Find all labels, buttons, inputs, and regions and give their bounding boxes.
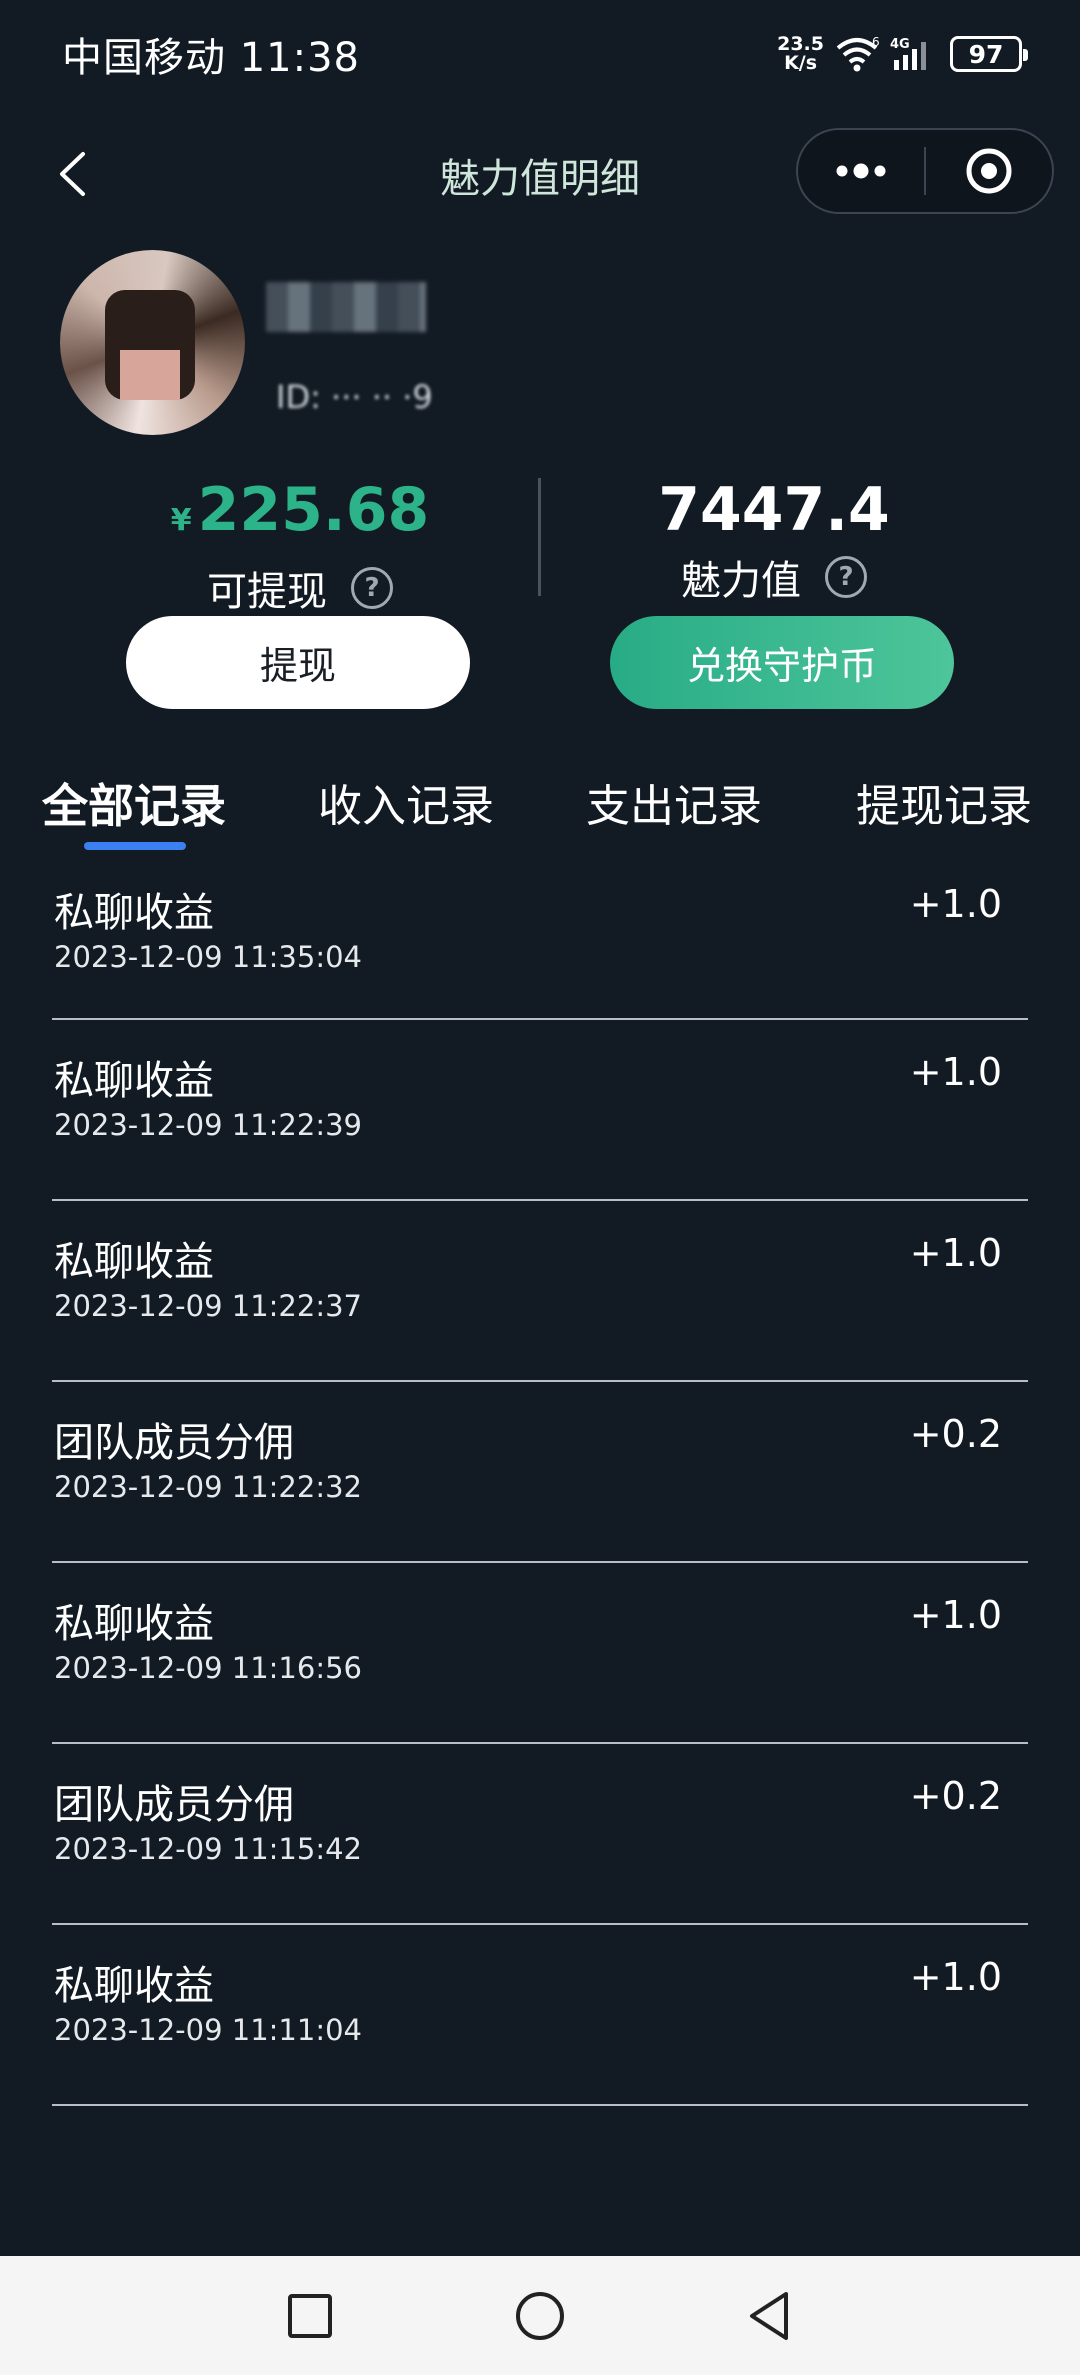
record-amount: +1.0 xyxy=(909,1955,1002,1999)
record-time: 2023-12-09 11:22:37 xyxy=(54,1289,362,1323)
list-item[interactable]: 私聊收益 2023-12-09 11:22:39 +1.0 xyxy=(52,1020,1028,1201)
list-item[interactable]: 团队成员分佣 2023-12-09 11:22:32 +0.2 xyxy=(52,1382,1028,1563)
circle-icon xyxy=(516,2292,564,2340)
tab-income-records[interactable]: 收入记录 xyxy=(318,770,494,834)
charm-label-row: 魅力值 ? xyxy=(574,548,974,606)
record-amount: +0.2 xyxy=(909,1774,1002,1818)
record-time: 2023-12-09 11:35:04 xyxy=(54,940,362,974)
withdrawable-stat: ¥225.68 可提现 ? xyxy=(100,470,500,617)
record-time: 2023-12-09 11:11:04 xyxy=(54,2013,362,2047)
record-list: 私聊收益 2023-12-09 11:35:04 +1.0 私聊收益 2023-… xyxy=(0,872,1080,2106)
withdrawable-amount: ¥225.68 xyxy=(100,470,500,561)
record-title: 私聊收益 xyxy=(54,890,214,936)
list-item[interactable]: 私聊收益 2023-12-09 11:35:04 +1.0 xyxy=(52,872,1028,1020)
charm-stat: 7447.4 魅力值 ? xyxy=(574,470,974,606)
wifi-icon: 6 xyxy=(834,36,880,72)
tab-expense-records[interactable]: 支出记录 xyxy=(586,770,762,834)
more-dots-icon xyxy=(836,163,886,179)
avatar-pixel xyxy=(120,350,180,400)
record-amount: +1.0 xyxy=(909,1593,1002,1637)
tab-all-records[interactable]: 全部记录 xyxy=(42,770,226,836)
system-nav-bar xyxy=(0,2256,1080,2375)
system-back-button[interactable] xyxy=(740,2286,800,2346)
tab-active-indicator xyxy=(84,842,186,850)
record-amount: +1.0 xyxy=(909,1231,1002,1275)
record-amount: +1.0 xyxy=(909,882,1002,926)
record-title: 私聊收益 xyxy=(54,1239,214,1285)
signal-icon: 4G xyxy=(890,36,934,72)
net-speed: 23.5 K/s xyxy=(777,35,824,73)
more-button[interactable] xyxy=(798,130,924,212)
record-title: 团队成员分佣 xyxy=(54,1420,294,1466)
question-circle-icon[interactable]: ? xyxy=(825,556,867,598)
record-amount: +1.0 xyxy=(909,1050,1002,1094)
charm-value: 7447.4 xyxy=(658,475,890,545)
net-speed-unit: K/s xyxy=(784,52,818,74)
record-title: 私聊收益 xyxy=(54,1963,214,2009)
list-item[interactable]: 私聊收益 2023-12-09 11:22:37 +1.0 xyxy=(52,1201,1028,1382)
triangle-back-icon xyxy=(750,2292,788,2340)
target-circle-icon xyxy=(966,148,1012,194)
battery-level: 97 xyxy=(968,39,1004,69)
withdrawable-value: 225.68 xyxy=(197,475,430,545)
home-button[interactable] xyxy=(510,2286,570,2346)
status-bar: 中国移动 11:38 23.5 K/s 6 4G 97 xyxy=(0,0,1080,108)
avatar xyxy=(60,250,245,435)
exchange-guard-coin-button[interactable]: 兑换守护币 xyxy=(610,616,954,709)
question-circle-icon[interactable]: ? xyxy=(351,567,393,609)
list-item[interactable]: 团队成员分佣 2023-12-09 11:15:42 +0.2 xyxy=(52,1744,1028,1925)
record-time: 2023-12-09 11:16:56 xyxy=(54,1651,362,1685)
record-time: 2023-12-09 11:22:32 xyxy=(54,1470,362,1504)
withdrawable-label-row: 可提现 ? xyxy=(100,559,500,617)
record-amount: +0.2 xyxy=(909,1412,1002,1456)
list-item[interactable]: 私聊收益 2023-12-09 11:11:04 +1.0 xyxy=(52,1925,1028,2106)
svg-text:4G: 4G xyxy=(890,37,910,52)
square-icon xyxy=(288,2294,332,2338)
tab-withdraw-records[interactable]: 提现记录 xyxy=(856,770,1032,834)
record-tabs: 全部记录 收入记录 支出记录 提现记录 xyxy=(0,770,1080,860)
battery-icon: 97 xyxy=(950,36,1028,72)
recent-apps-button[interactable] xyxy=(280,2286,340,2346)
username-blurred xyxy=(266,282,426,332)
close-mini-program-button[interactable] xyxy=(926,130,1052,212)
svg-text:6: 6 xyxy=(872,36,880,49)
withdraw-button[interactable]: 提现 xyxy=(126,616,470,709)
nav-bar: 魅力值明细 xyxy=(0,120,1080,228)
record-title: 私聊收益 xyxy=(54,1601,214,1647)
stat-divider xyxy=(538,478,541,596)
record-time: 2023-12-09 11:22:39 xyxy=(54,1108,362,1142)
user-id: ID: ··· ·· ·9 xyxy=(276,378,433,416)
record-title: 团队成员分佣 xyxy=(54,1782,294,1828)
list-item[interactable]: 私聊收益 2023-12-09 11:16:56 +1.0 xyxy=(52,1563,1028,1744)
currency-symbol: ¥ xyxy=(170,503,192,538)
record-time: 2023-12-09 11:15:42 xyxy=(54,1832,362,1866)
record-title: 私聊收益 xyxy=(54,1058,214,1104)
charm-label: 魅力值 xyxy=(681,558,801,604)
status-icons: 23.5 K/s 6 4G 97 xyxy=(777,35,1028,73)
carrier-time: 中国移动 11:38 xyxy=(62,35,360,81)
mini-program-capsule xyxy=(796,128,1054,214)
withdrawable-label: 可提现 xyxy=(207,569,327,615)
